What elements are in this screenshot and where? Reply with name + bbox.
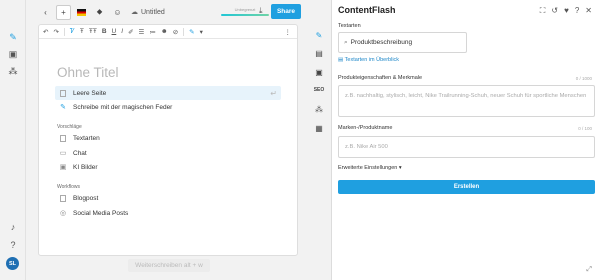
- create-button[interactable]: Erstellen: [338, 180, 595, 194]
- history-icon[interactable]: ↺: [551, 6, 558, 16]
- heading-size-icon[interactable]: ŦŦ: [89, 28, 97, 35]
- bold-icon[interactable]: B: [102, 28, 107, 35]
- chat-icon[interactable]: ▤: [314, 48, 324, 58]
- properties-count: 0 / 1000: [575, 76, 592, 81]
- workflow-icon[interactable]: ⁂: [314, 104, 324, 114]
- textart-select[interactable]: ⌕ Produktbeschreibung: [338, 32, 467, 53]
- link-icon[interactable]: ⊘: [173, 28, 178, 36]
- new-document-button[interactable]: +: [56, 4, 71, 20]
- redo-icon[interactable]: ↷: [53, 28, 58, 36]
- panel-title: ContentFlash: [338, 5, 396, 15]
- brand-input[interactable]: z.B. Nike Air 500: [338, 136, 595, 158]
- image-icon[interactable]: ▣: [314, 67, 324, 77]
- brand-count: 0 / 100: [578, 126, 592, 131]
- panel-actions: ⛶ ↺ ♥ ? ✕: [540, 6, 592, 16]
- tool-strip: ✎ ▤ ▣ SEO ⁂ ▦: [308, 24, 330, 144]
- chevron-down-icon[interactable]: ▾: [200, 28, 203, 36]
- close-icon[interactable]: ✕: [585, 6, 592, 16]
- option-label: KI Bilder: [73, 163, 98, 171]
- workflow-social-media[interactable]: ◎ Social Media Posts: [55, 206, 281, 220]
- properties-input[interactable]: z.B. nachhaltig, stylisch, leicht, Nike …: [338, 85, 595, 117]
- option-label: Leere Seite: [73, 89, 107, 97]
- workflows-heading: Workflows: [57, 184, 80, 190]
- document-title-placeholder[interactable]: Ohne Titel: [57, 65, 119, 80]
- spellcheck-icon[interactable]: Ꮴ: [70, 28, 75, 36]
- bullet-list-icon[interactable]: ☰: [139, 28, 145, 36]
- bell-icon[interactable]: ♪: [8, 222, 18, 232]
- left-rail: ✎ ▣ ⁂ ♪ ? SL: [0, 0, 26, 280]
- textarten-overview-link[interactable]: ▤ Textarten im Überblick: [338, 57, 399, 63]
- option-label: Schreibe mit der magischen Feder: [73, 103, 173, 111]
- emoji-icon[interactable]: ☻: [161, 28, 168, 35]
- language-flag-icon[interactable]: [74, 5, 89, 20]
- chevron-down-icon: ▾: [398, 165, 402, 171]
- suggestion-textarten[interactable]: Textarten: [55, 131, 281, 145]
- textart-value: Produktbeschreibung: [350, 39, 413, 46]
- workflow-icon[interactable]: ⁂: [8, 66, 18, 76]
- underline-icon[interactable]: U: [112, 28, 117, 35]
- search-icon: ⌕: [344, 38, 348, 46]
- back-icon[interactable]: ‹: [38, 5, 53, 20]
- tag-icon[interactable]: ⬥: [92, 5, 107, 20]
- numbered-list-icon[interactable]: ≔: [149, 28, 156, 36]
- seo-icon[interactable]: SEO: [314, 85, 325, 95]
- highlight-icon[interactable]: ✐: [128, 28, 133, 36]
- brand-label: Marken-/Produktname: [338, 125, 393, 131]
- image-icon: ▣: [59, 164, 67, 171]
- book-icon: ▤: [338, 57, 344, 63]
- image-icon[interactable]: ▣: [8, 49, 18, 59]
- suggestion-chat[interactable]: ▭ Chat: [55, 146, 281, 160]
- top-bar: ‹ + ⬥ ☺ ☁ Untitled Unbegrenzt ⤓ Share: [26, 0, 334, 24]
- advanced-settings-toggle[interactable]: Erweiterte Einstellungen ▾: [338, 165, 402, 171]
- option-label: Textarten: [73, 134, 100, 142]
- document-icon: [60, 134, 66, 142]
- page-icon: [60, 89, 66, 97]
- option-label: Blogpost: [73, 194, 99, 202]
- social-icon: ◎: [59, 210, 67, 217]
- help-icon[interactable]: ?: [575, 6, 579, 16]
- logo-icon[interactable]: [7, 6, 19, 18]
- editor-card: ↶ ↷ Ꮴ Ŧ ŦŦ B U I ✐ ☰ ≔ ☻ ⊘ ✎ ▾ ⋮ Ohne Ti…: [38, 24, 298, 256]
- expand-corner-icon[interactable]: ⤢: [586, 266, 592, 274]
- suggestions-heading: Vorschläge: [57, 124, 82, 130]
- expand-icon[interactable]: ⛶: [540, 6, 546, 16]
- undo-icon[interactable]: ↶: [43, 28, 48, 36]
- continue-writing-button[interactable]: Weiterschreiben alt + w: [128, 259, 210, 272]
- help-icon[interactable]: ?: [8, 240, 18, 250]
- magic-pen-icon[interactable]: ✎: [189, 28, 194, 36]
- option-label: Social Media Posts: [73, 209, 129, 217]
- continue-label: Weiterschreiben: [135, 262, 183, 269]
- user-share-icon[interactable]: ☺: [110, 5, 125, 20]
- heading-icon[interactable]: Ŧ: [80, 28, 84, 35]
- workflow-blogpost[interactable]: Blogpost: [55, 191, 281, 205]
- link-label: Textarten im Überblick: [344, 57, 400, 63]
- magic-pen-icon: ✎: [60, 104, 66, 111]
- option-label: Chat: [73, 149, 87, 157]
- magic-pen-icon[interactable]: ✎: [314, 30, 324, 40]
- blogpost-icon: [60, 194, 66, 202]
- continue-shortcut: alt + w: [183, 262, 203, 269]
- format-toolbar: ↶ ↷ Ꮴ Ŧ ŦŦ B U I ✐ ☰ ≔ ☻ ⊘ ✎ ▾ ⋮: [39, 25, 297, 39]
- suggestion-ki-bilder[interactable]: ▣ KI Bilder: [55, 160, 281, 174]
- enter-key-icon: ↵: [270, 88, 277, 98]
- chat-icon: ▭: [59, 150, 67, 157]
- textarten-label: Textarten: [338, 23, 361, 29]
- heart-icon[interactable]: ♥: [564, 6, 569, 16]
- italic-icon[interactable]: I: [121, 28, 123, 35]
- contentflash-panel: ContentFlash ⛶ ↺ ♥ ? ✕ Textarten ⌕ Produ…: [331, 0, 600, 280]
- advanced-label: Erweiterte Einstellungen: [338, 165, 398, 171]
- document-icon[interactable]: ▦: [314, 123, 324, 133]
- more-icon[interactable]: ⋮: [285, 28, 292, 36]
- properties-label: Produkteigenschaften & Merkmale: [338, 75, 423, 81]
- share-button[interactable]: Share: [271, 4, 301, 19]
- avatar[interactable]: SL: [6, 257, 19, 270]
- magic-pen-icon[interactable]: ✎: [8, 32, 18, 42]
- magic-pen-option[interactable]: ✎ Schreibe mit der magischen Feder: [55, 100, 281, 114]
- cloud-icon: ☁: [131, 9, 138, 16]
- blank-page-option[interactable]: Leere Seite ↵: [55, 86, 281, 100]
- document-title[interactable]: Untitled: [141, 9, 165, 16]
- download-icon[interactable]: ⤓: [259, 6, 263, 16]
